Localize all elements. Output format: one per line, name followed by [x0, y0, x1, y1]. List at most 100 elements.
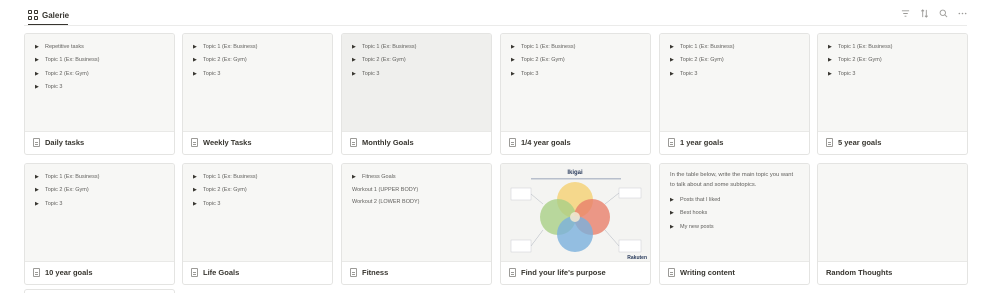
toggle-item: ▶ Topic 1 (Ex: Business) [670, 40, 799, 54]
card-title-row: 5 year goals [818, 131, 967, 154]
card-title: 5 year goals [838, 138, 882, 147]
search-icon[interactable] [938, 8, 948, 18]
gallery-card-life-goals[interactable]: ▶ Topic 1 (Ex: Business) ▶ Topic 2 (Ex: Gy… [182, 163, 333, 285]
toggle-label: Topic 1 (Ex: Business) [521, 43, 576, 50]
toggle-label: Topic 3 [45, 200, 63, 207]
toggle-triangle-icon: ▶ [35, 173, 39, 180]
view-header: Galerie [0, 0, 1005, 28]
toggle-item: ▶ Topic 3 [35, 197, 164, 211]
card-preview: ▶ Topic 1 (Ex: Business) ▶ Topic 2 (Ex: Gy… [342, 34, 491, 132]
toggle-triangle-icon: ▶ [511, 70, 515, 77]
card-preview: ▶ Topic 1 (Ex: Business) ▶ Topic 2 (Ex: Gy… [660, 34, 809, 132]
more-icon[interactable] [957, 8, 967, 18]
toggle-item: ▶ Topic 2 (Ex: Gym) [35, 67, 164, 81]
card-preview: ▶ Fitness Goals Workout 1 (UPPER BODY) Wo… [342, 164, 491, 262]
toggle-label: Topic 2 (Ex: Gym) [203, 187, 247, 194]
toggle-label: Fitness Goals [362, 173, 396, 180]
toggle-triangle-icon: ▶ [193, 173, 197, 180]
toggle-item: ▶ Topic 2 (Ex: Gym) [670, 54, 799, 68]
toggle-label: Repetitive tasks [45, 43, 84, 50]
toggle-label: Topic 1 (Ex: Business) [45, 57, 100, 64]
toggle-label: Topic 2 (Ex: Gym) [521, 57, 565, 64]
card-preview: ▶ Topic 1 (Ex: Business) ▶ Topic 2 (Ex: Gy… [818, 34, 967, 132]
gallery-card-fitness[interactable]: ▶ Fitness Goals Workout 1 (UPPER BODY) Wo… [341, 163, 492, 285]
card-title-row: Writing content [660, 261, 809, 284]
text-line: Workout 2 (LOWER BODY) [352, 198, 420, 205]
card-title: 1/4 year goals [521, 138, 571, 147]
ikigai-title: Ikigai [567, 170, 583, 176]
toggle-triangle-icon: ▶ [828, 70, 832, 77]
toggle-label: Topic 3 [362, 70, 380, 77]
toggle-item: ▶ Topic 1 (Ex: Business) [35, 54, 164, 68]
toggle-label: Topic 1 (Ex: Business) [362, 43, 417, 50]
toggle-label: Topic 3 [838, 70, 856, 77]
toggle-item: ▶ Repetitive tasks [35, 40, 164, 54]
card-title-row: Life Goals [183, 261, 332, 284]
toggle-label: Topic 1 (Ex: Business) [203, 173, 258, 180]
filter-icon[interactable] [900, 8, 910, 18]
gallery-card-weekly-tasks[interactable]: ▶ Topic 1 (Ex: Business) ▶ Topic 2 (Ex: Gy… [182, 33, 333, 155]
toggle-item: ▶ Topic 1 (Ex: Business) [511, 40, 640, 54]
ikigai-diagram-image: Ikigai Rakuten [501, 164, 650, 261]
toggle-item: ▶ Topic 3 [193, 197, 322, 211]
page-icon [350, 268, 357, 277]
gallery-card-daily-tasks[interactable]: ▶ Repetitive tasks ▶ Topic 1 (Ex: Business… [24, 33, 175, 155]
page-icon [33, 138, 40, 147]
toggle-triangle-icon: ▶ [193, 57, 197, 64]
toggle-triangle-icon: ▶ [35, 187, 39, 194]
page-icon [33, 268, 40, 277]
toggle-item: ▶ Topic 2 (Ex: Gym) [511, 54, 640, 68]
gallery-card-life-purpose[interactable]: Ikigai Rakuten Find your life's purpose [500, 163, 651, 285]
page-icon [191, 138, 198, 147]
toggle-item: ▶ Best hooks [670, 207, 799, 221]
toggle-item: ▶ Topic 3 [670, 67, 799, 81]
gallery-card-quarter-year-goals[interactable]: ▶ Topic 1 (Ex: Business) ▶ Topic 2 (Ex: Gy… [500, 33, 651, 155]
card-title-row: 1 year goals [660, 131, 809, 154]
card-preview [818, 164, 967, 262]
toggle-item: ▶ Topic 1 (Ex: Business) [352, 40, 481, 54]
toggle-triangle-icon: ▶ [670, 210, 674, 217]
toggle-triangle-icon: ▶ [35, 57, 39, 64]
card-paragraph: In the table below, write the main topic… [670, 172, 794, 188]
gallery-view-tab[interactable]: Galerie [28, 8, 69, 22]
toggle-item: ▶ Topic 3 [511, 67, 640, 81]
toggle-item: ▶ Topic 2 (Ex: Gym) [193, 54, 322, 68]
toggle-item: ▶ Topic 1 (Ex: Business) [193, 40, 322, 54]
toggle-label: Topic 2 (Ex: Gym) [203, 57, 247, 64]
toggle-label: Topic 2 (Ex: Gym) [45, 187, 89, 194]
toggle-triangle-icon: ▶ [352, 43, 356, 50]
card-title-row: Monthly Goals [342, 131, 491, 154]
toggle-triangle-icon: ▶ [35, 200, 39, 207]
toggle-item: ▶ Posts that I liked [670, 193, 799, 207]
page-icon [668, 268, 675, 277]
gallery-grid-icon [28, 10, 38, 20]
card-preview: ▶ Topic 1 (Ex: Business) ▶ Topic 2 (Ex: Gy… [183, 164, 332, 262]
toggle-label: Topic 1 (Ex: Business) [838, 43, 893, 50]
text-line: Workout 1 (UPPER BODY) [352, 186, 419, 193]
card-title: Weekly Tasks [203, 138, 252, 147]
page-icon [350, 138, 357, 147]
gallery-card-random-thoughts[interactable]: Random Thoughts [817, 163, 968, 285]
gallery-card-ten-year-goals[interactable]: ▶ Topic 1 (Ex: Business) ▶ Topic 2 (Ex: Gy… [24, 163, 175, 285]
toggle-triangle-icon: ▶ [35, 84, 39, 91]
card-title-row: Find your life's purpose [501, 261, 650, 284]
toggle-item: ▶ Topic 1 (Ex: Business) [828, 40, 957, 54]
toggle-triangle-icon: ▶ [670, 43, 674, 50]
gallery-card-writing-content[interactable]: In the table below, write the main topic… [659, 163, 810, 285]
gallery-card-one-year-goals[interactable]: ▶ Topic 1 (Ex: Business) ▶ Topic 2 (Ex: Gy… [659, 33, 810, 155]
toggle-item: ▶ Topic 2 (Ex: Gym) [352, 54, 481, 68]
card-preview: ▶ Topic 1 (Ex: Business) ▶ Topic 2 (Ex: Gy… [501, 34, 650, 132]
toggle-item: ▶ Topic 1 (Ex: Business) [35, 170, 164, 184]
toggle-label: Topic 1 (Ex: Business) [45, 173, 100, 180]
card-title: 1 year goals [680, 138, 724, 147]
toggle-label: Topic 2 (Ex: Gym) [362, 57, 406, 64]
toggle-item: ▶ Topic 3 [193, 67, 322, 81]
card-title: Life Goals [203, 268, 240, 277]
gallery-card-monthly-goals[interactable]: ▶ Topic 1 (Ex: Business) ▶ Topic 2 (Ex: Gy… [341, 33, 492, 155]
gallery-card-five-year-goals[interactable]: ▶ Topic 1 (Ex: Business) ▶ Topic 2 (Ex: Gy… [817, 33, 968, 155]
card-title-row: 10 year goals [25, 261, 174, 284]
sort-icon[interactable] [919, 8, 929, 18]
view-tab-label: Galerie [42, 10, 70, 20]
toggle-triangle-icon: ▶ [828, 57, 832, 64]
card-title: Writing content [680, 268, 735, 277]
